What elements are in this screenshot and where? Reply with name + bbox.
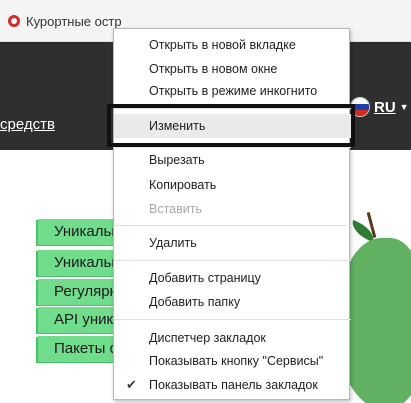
menu-delete[interactable]: Удалить (114, 231, 351, 255)
edit-highlight-frame (107, 104, 355, 147)
menu-open-new-tab[interactable]: Открыть в новой вкладке (114, 33, 351, 57)
bookmark-context-menu: Открыть в новой вкладке Открыть в новом … (113, 28, 351, 400)
menu-add-page[interactable]: Добавить страницу (114, 266, 351, 290)
menu-show-bookmarks-bar[interactable]: ✔ Показывать панель закладок (114, 373, 351, 397)
bookmark-item[interactable]: Курортные остр (8, 12, 122, 30)
menu-separator (114, 319, 351, 320)
resort-favicon-icon (8, 15, 20, 27)
menu-add-folder[interactable]: Добавить папку (114, 290, 351, 314)
menu-copy[interactable]: Копировать (114, 173, 351, 197)
menu-bookmark-manager[interactable]: Диспетчер закладок (114, 326, 351, 350)
menu-open-incognito[interactable]: Открыть в режиме инкогнито (114, 79, 351, 103)
language-code: RU (374, 98, 396, 116)
menu-paste: Вставить (149, 202, 202, 216)
menu-cut[interactable]: Вырезать (114, 148, 351, 172)
menu-show-apps-button[interactable]: Показывать кнопку "Сервисы" (114, 349, 351, 373)
menu-open-new-window[interactable]: Открыть в новом окне (114, 57, 351, 81)
menu-separator (114, 225, 351, 226)
bookmark-label: Курортные остр (26, 13, 122, 29)
menu-separator (114, 260, 351, 261)
language-switcher[interactable]: RU ▼ (350, 97, 409, 117)
checkmark-icon: ✔ (126, 377, 137, 392)
nav-link[interactable]: средств (0, 116, 55, 133)
menu-show-bookmarks-bar-label: Показывать панель закладок (149, 378, 318, 392)
caret-down-icon: ▼ (399, 102, 409, 112)
